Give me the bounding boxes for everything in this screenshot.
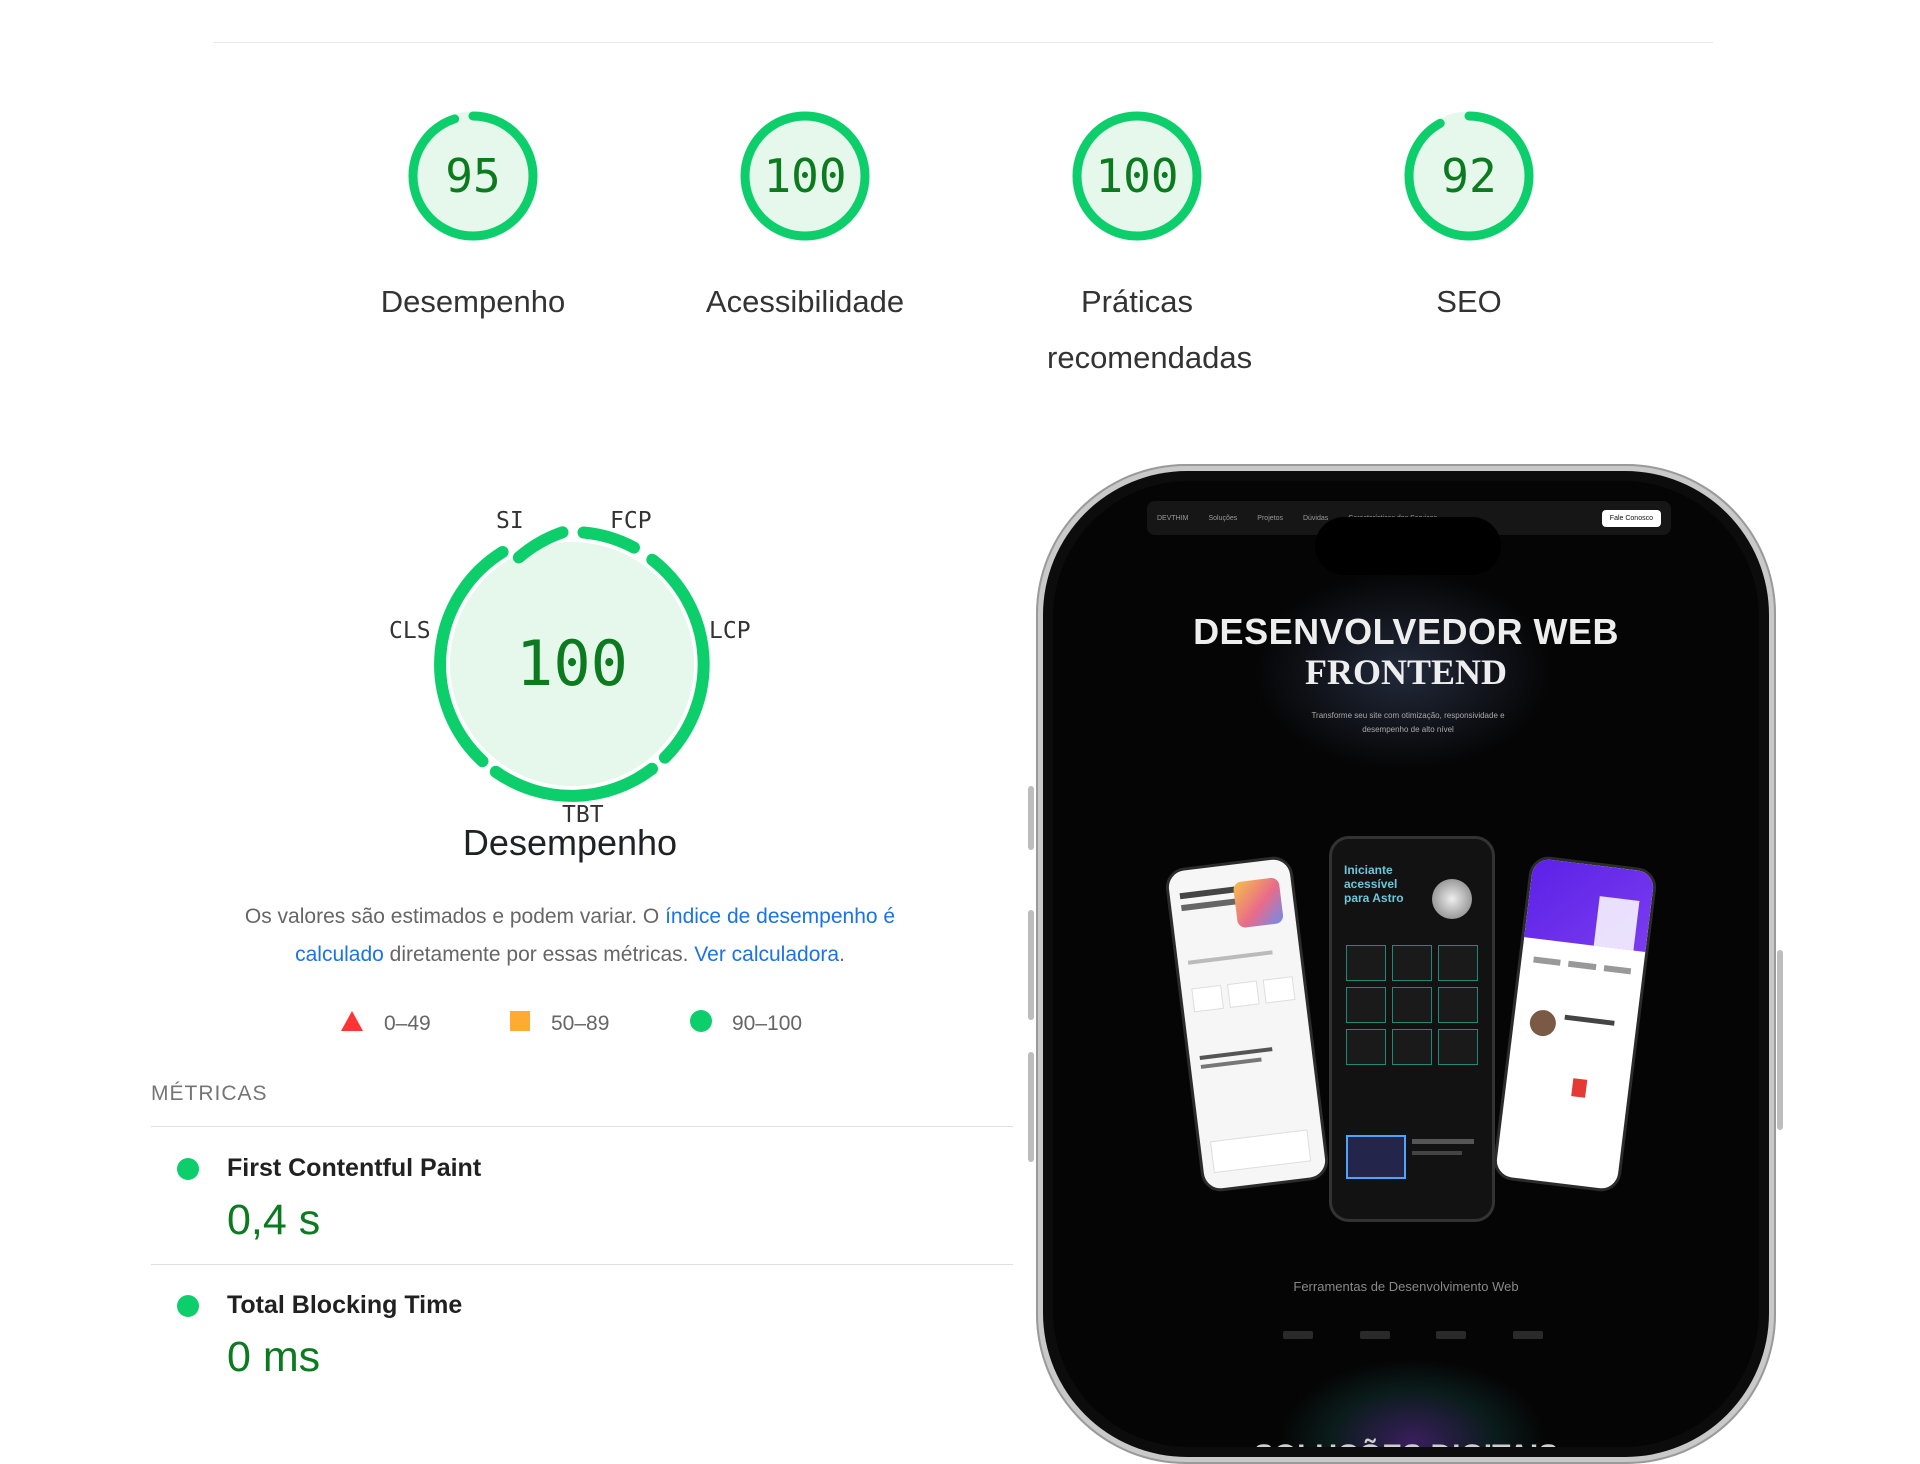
metrics-divider	[151, 1126, 1013, 1127]
gauge-ring-best-practices: 100	[1072, 111, 1202, 241]
performance-score: 100	[516, 627, 628, 700]
nav-item-solucoes[interactable]: Soluções	[1209, 515, 1238, 522]
phone-volume-down-button	[1028, 1052, 1034, 1162]
performance-metrics-gauge: 100 SI FCP LCP TBT CLS	[380, 500, 760, 840]
nav-item-projetos[interactable]: Projetos	[1257, 515, 1283, 522]
gauge-ring-accessibility: 100	[740, 111, 870, 241]
solutions-heading: SOLUÇÕES DIGITAIS	[1053, 1439, 1759, 1447]
legend-label-pass: 90–100	[732, 1012, 803, 1035]
phone-screen: DEVTHIM Soluções Projetos Dúvidas Caract…	[1053, 481, 1759, 1447]
gauge-best-practices[interactable]: 100 Práticas recomendadas	[1017, 108, 1257, 386]
metric-label-si: SI	[496, 508, 524, 534]
phone-volume-up-button	[1028, 910, 1034, 1020]
fcp-status-dot	[177, 1158, 199, 1180]
metric-label-fcp: FCP	[610, 508, 652, 534]
metrics-heading: MÉTRICAS	[151, 1082, 268, 1105]
green-circle-icon	[690, 1010, 712, 1038]
gauge-label-seo: SEO	[1436, 284, 1502, 319]
hero-title-line1: DESENVOLVEDOR WEB	[1193, 611, 1619, 652]
tbt-status-dot	[177, 1295, 199, 1317]
tools-section-title: Ferramentas de Desenvolvimento Web	[1293, 1279, 1519, 1294]
performance-gauge-svg: 100	[434, 526, 710, 802]
gauge-label-best-practices: Práticas recomendadas	[1047, 284, 1253, 375]
gauge-score-performance: 95	[445, 149, 500, 203]
metric-label-lcp: LCP	[709, 618, 751, 644]
metrics-row-divider	[151, 1264, 1013, 1265]
nav-contact-button[interactable]: Fale Conosco	[1601, 509, 1661, 527]
mini-phone-heading: Iniciante acessível para Astro	[1344, 863, 1404, 905]
gauge-label-performance: Desempenho	[380, 284, 566, 319]
score-description: Os valores são estimados e podem variar.…	[215, 898, 925, 974]
gauge-score-seo: 92	[1441, 149, 1496, 203]
tool-logo-1	[1283, 1331, 1313, 1339]
phone-bezel: DEVTHIM Soluções Projetos Dúvidas Caract…	[1043, 471, 1769, 1457]
tool-logo-3	[1436, 1331, 1467, 1339]
dynamic-island	[1315, 517, 1501, 575]
gauge-label-accessibility: Acessibilidade	[705, 284, 905, 319]
phone-mute-switch	[1028, 786, 1034, 850]
calculator-link[interactable]: Ver calculadora	[694, 943, 839, 966]
metric-name-fcp: First Contentful Paint	[227, 1154, 482, 1182]
tool-logo-4	[1512, 1331, 1543, 1339]
red-triangle-icon	[340, 1010, 364, 1038]
orange-square-icon	[509, 1010, 531, 1038]
tool-logo-2	[1359, 1331, 1390, 1339]
gauge-score-best-practices: 100	[1095, 149, 1178, 203]
gauge-score-accessibility: 100	[763, 149, 846, 203]
top-divider	[213, 42, 1713, 43]
legend-label-average: 50–89	[551, 1012, 610, 1035]
mini-phone-right	[1491, 854, 1659, 1194]
description-text-3: .	[839, 943, 845, 966]
legend-label-fail: 0–49	[384, 1012, 431, 1035]
hero-title-line2: FRONTEND	[1304, 652, 1507, 692]
legend-pass: 90–100	[690, 1008, 802, 1040]
metric-value-fcp: 0,4 s	[227, 1196, 321, 1244]
mini-phone-left	[1163, 854, 1331, 1194]
legend-fail: 0–49	[340, 1008, 431, 1040]
performance-title: Desempenho	[462, 822, 678, 863]
phone-mockup: DEVTHIM Soluções Projetos Dúvidas Caract…	[1036, 464, 1776, 1464]
metric-value-tbt: 0 ms	[227, 1333, 321, 1381]
description-text-2: diretamente por essas métricas.	[383, 943, 695, 966]
gauge-accessibility[interactable]: 100 Acessibilidade	[685, 108, 925, 330]
phone-power-button	[1777, 950, 1783, 1130]
nav-logo[interactable]: DEVTHIM	[1157, 515, 1189, 522]
nav-item-duvidas[interactable]: Dúvidas	[1303, 515, 1328, 522]
gauge-performance[interactable]: 95 Desempenho	[353, 108, 593, 330]
legend-average: 50–89	[509, 1008, 609, 1040]
description-text-1: Os valores são estimados e podem variar.…	[244, 905, 666, 928]
tool-logos	[1283, 1331, 1543, 1339]
gauge-ring-seo: 92	[1404, 111, 1534, 241]
metric-label-cls: CLS	[389, 618, 431, 644]
gauge-seo[interactable]: 92 SEO	[1349, 108, 1589, 330]
gauge-ring-performance: 95	[408, 111, 538, 241]
metric-name-tbt: Total Blocking Time	[227, 1291, 463, 1319]
section-glow	[1283, 1361, 1543, 1447]
mini-phone-center: Iniciante acessível para Astro	[1329, 836, 1495, 1222]
hero-subtitle: Transforme seu site com otimização, resp…	[1311, 711, 1505, 734]
